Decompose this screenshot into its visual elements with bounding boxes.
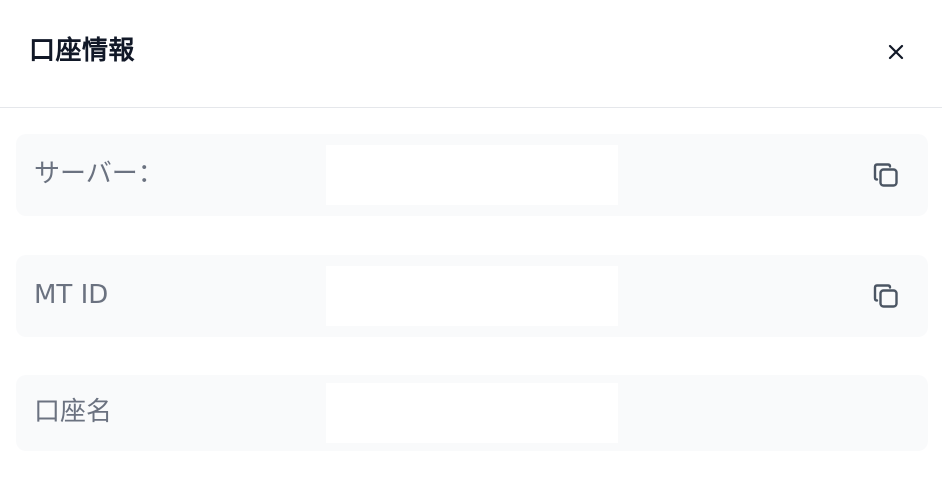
dialog-header: 口座情報 (0, 0, 942, 108)
account-name-value (326, 383, 618, 443)
mt-id-value (326, 266, 618, 326)
close-button[interactable] (880, 36, 912, 68)
copy-server-button[interactable] (868, 157, 904, 193)
copy-mt-id-button[interactable] (868, 278, 904, 314)
account-name-label: 口座名 (34, 397, 113, 427)
copy-icon (873, 284, 898, 308)
close-icon (888, 44, 904, 60)
dialog-title: 口座情報 (29, 36, 136, 66)
server-label: サーバー： (34, 159, 164, 189)
account-name-row: 口座名 (16, 375, 928, 451)
server-value (326, 145, 618, 205)
mt-id-label: MT ID (34, 280, 109, 310)
server-row: サーバー： (16, 134, 928, 216)
mt-id-row: MT ID (16, 255, 928, 337)
account-info-dialog: 口座情報 サーバー： MT ID 口座名 (0, 0, 942, 486)
copy-icon (873, 163, 898, 187)
